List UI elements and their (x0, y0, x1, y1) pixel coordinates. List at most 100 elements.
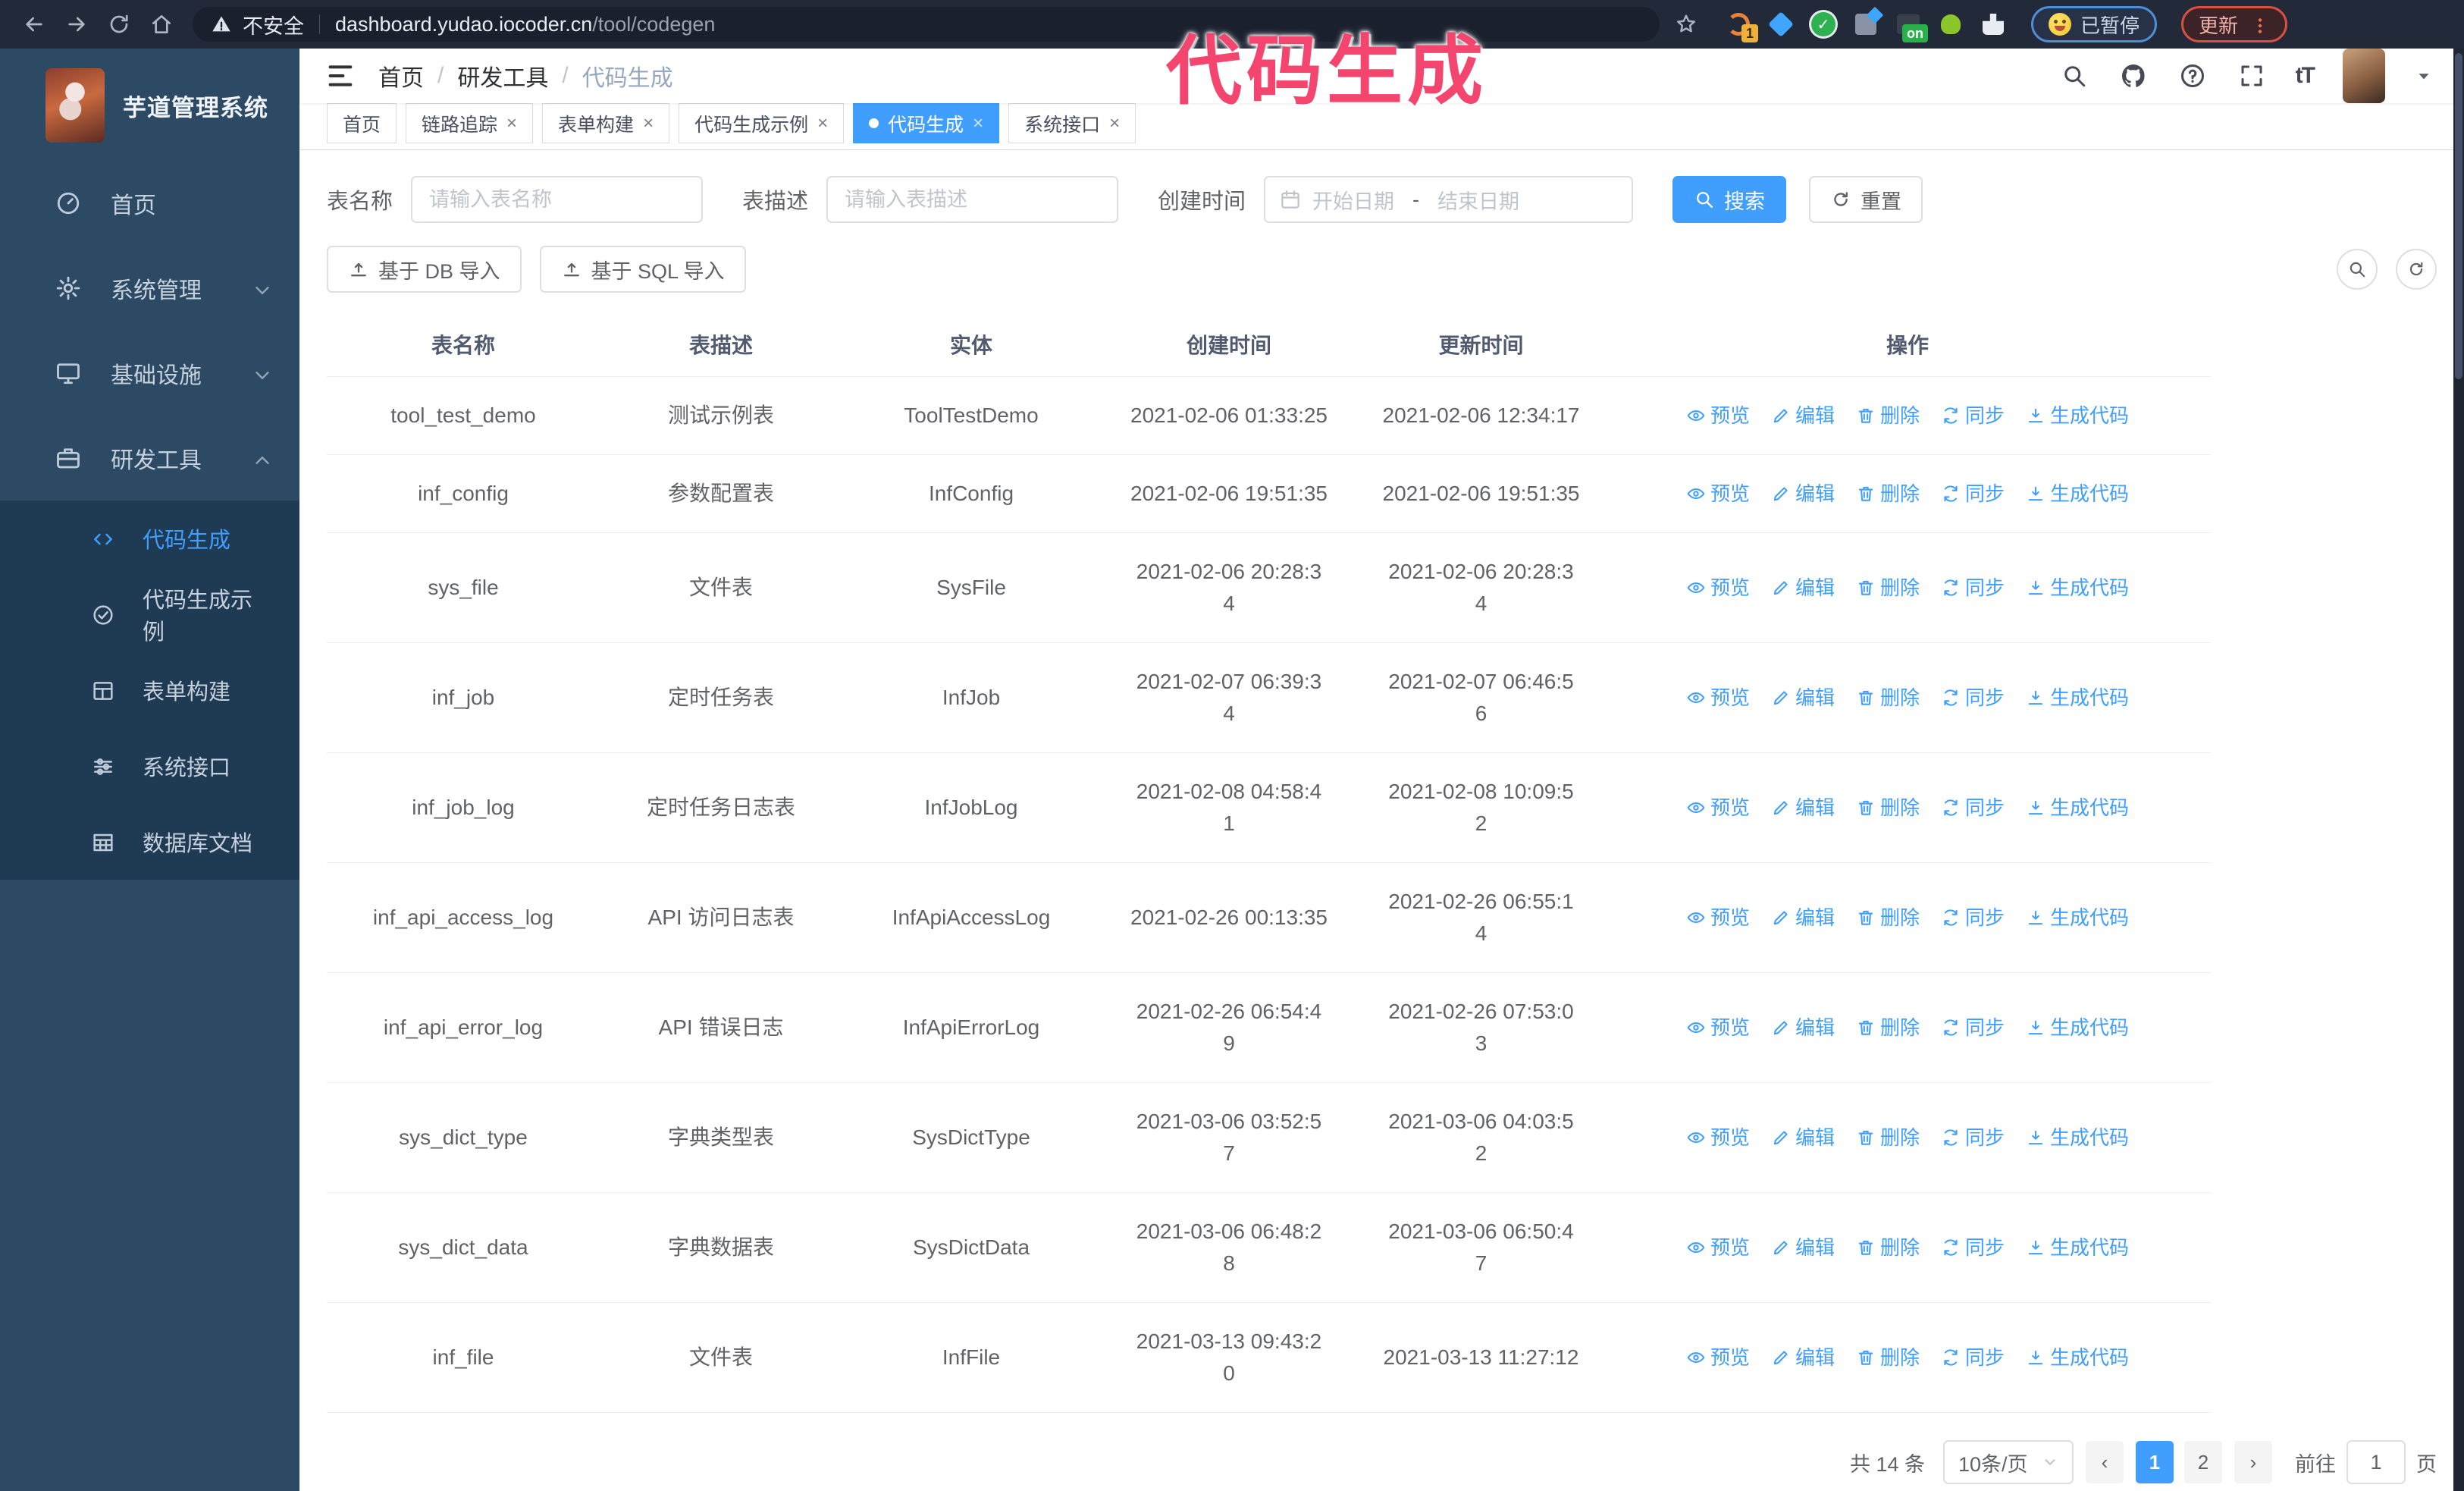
action-同步[interactable]: 同步 (1941, 1232, 2005, 1263)
action-预览[interactable]: 预览 (1686, 1012, 1750, 1044)
page-button-1[interactable]: 1 (2136, 1441, 2174, 1483)
action-同步[interactable]: 同步 (1941, 902, 2005, 934)
sidebar-subitem-系统接口[interactable]: 系统接口 (0, 728, 299, 804)
action-删除[interactable]: 删除 (1856, 682, 1920, 714)
action-预览[interactable]: 预览 (1686, 400, 1750, 432)
paused-extension-badge[interactable]: 已暂停 (2031, 6, 2158, 42)
browser-menu-dots-icon[interactable] (2250, 13, 2270, 36)
page-button-2[interactable]: 2 (2184, 1441, 2222, 1483)
green-check-extension-icon[interactable]: ✓ (1810, 11, 1837, 38)
action-同步[interactable]: 同步 (1941, 400, 2005, 432)
page-scrollbar[interactable] (2453, 49, 2464, 1491)
action-预览[interactable]: 预览 (1686, 902, 1750, 934)
tab-close-icon[interactable]: × (643, 113, 654, 134)
search-button[interactable]: 搜索 (1672, 176, 1787, 223)
action-生成代码[interactable]: 生成代码 (2026, 1122, 2129, 1154)
font-size-icon[interactable]: tT (2296, 63, 2315, 89)
grid-diamond-extension-icon[interactable] (1852, 11, 1879, 38)
action-生成代码[interactable]: 生成代码 (2026, 682, 2129, 714)
action-编辑[interactable]: 编辑 (1771, 478, 1835, 510)
tab-close-icon[interactable]: × (817, 113, 828, 134)
reset-button[interactable]: 重置 (1809, 176, 1923, 223)
fullscreen-icon[interactable] (2237, 61, 2267, 91)
sidebar-subitem-代码生成[interactable]: 代码生成 (0, 501, 299, 576)
action-预览[interactable]: 预览 (1686, 572, 1750, 604)
action-编辑[interactable]: 编辑 (1771, 1122, 1835, 1154)
toggle-search-circle-button[interactable] (2337, 249, 2378, 290)
tab-代码生成[interactable]: 代码生成 × (853, 103, 1000, 143)
action-生成代码[interactable]: 生成代码 (2026, 1232, 2129, 1263)
next-page-button[interactable]: › (2234, 1441, 2272, 1483)
orange-ring-extension-1-icon[interactable]: 1 (1725, 11, 1758, 42)
sidebar-subitem-数据库文档[interactable]: 数据库文档 (0, 804, 299, 880)
action-生成代码[interactable]: 生成代码 (2026, 902, 2129, 934)
browser-reload-icon[interactable] (102, 7, 136, 42)
action-删除[interactable]: 删除 (1856, 1342, 1920, 1373)
action-删除[interactable]: 删除 (1856, 478, 1920, 510)
page-size-select[interactable]: 10条/页 (1943, 1440, 2074, 1484)
sidebar-item-首页[interactable]: 首页 (0, 161, 299, 246)
avatar-caret-down-icon[interactable] (2414, 66, 2434, 86)
sidebar-subitem-表单构建[interactable]: 表单构建 (0, 652, 299, 728)
tab-close-icon[interactable]: × (973, 113, 983, 134)
action-同步[interactable]: 同步 (1941, 682, 2005, 714)
action-删除[interactable]: 删除 (1856, 1232, 1920, 1263)
action-预览[interactable]: 预览 (1686, 1122, 1750, 1154)
action-同步[interactable]: 同步 (1941, 572, 2005, 604)
bookmark-star-icon[interactable] (1675, 13, 1698, 36)
sidebar-item-研发工具[interactable]: 研发工具 (0, 416, 299, 501)
white-puzzle-extension-icon[interactable] (1980, 11, 2007, 38)
tab-首页[interactable]: 首页 (327, 103, 397, 143)
tab-系统接口[interactable]: 系统接口 × (1008, 103, 1136, 143)
browser-update-button[interactable]: 更新 (2181, 6, 2288, 42)
prev-page-button[interactable]: ‹ (2086, 1441, 2124, 1483)
action-编辑[interactable]: 编辑 (1771, 1232, 1835, 1263)
action-删除[interactable]: 删除 (1856, 792, 1920, 824)
action-编辑[interactable]: 编辑 (1771, 400, 1835, 432)
action-删除[interactable]: 删除 (1856, 1122, 1920, 1154)
browser-home-icon[interactable] (144, 7, 179, 42)
action-预览[interactable]: 预览 (1686, 1342, 1750, 1373)
github-icon[interactable] (2118, 61, 2149, 91)
date-end-placeholder[interactable]: 结束日期 (1437, 185, 1519, 215)
action-同步[interactable]: 同步 (1941, 1342, 2005, 1373)
action-生成代码[interactable]: 生成代码 (2026, 400, 2129, 432)
sidebar-item-基础设施[interactable]: 基础设施 (0, 331, 299, 416)
address-bar[interactable]: 不安全 dashboard.yudao.iocoder.cn/tool/code… (193, 7, 1660, 42)
action-预览[interactable]: 预览 (1686, 792, 1750, 824)
action-预览[interactable]: 预览 (1686, 1232, 1750, 1263)
blue-gem-extension-icon[interactable] (1767, 11, 1795, 38)
table-desc-input[interactable] (826, 176, 1119, 223)
user-avatar[interactable] (2343, 49, 2385, 103)
tab-表单构建[interactable]: 表单构建 × (542, 103, 670, 143)
action-编辑[interactable]: 编辑 (1771, 902, 1835, 934)
breadcrumb-item[interactable]: 首页 (378, 59, 424, 93)
not-secure-label[interactable]: 不安全 (243, 10, 304, 39)
tab-链路追踪[interactable]: 链路追踪 × (406, 103, 534, 143)
action-预览[interactable]: 预览 (1686, 682, 1750, 714)
refresh-circle-button[interactable] (2396, 249, 2437, 290)
action-删除[interactable]: 删除 (1856, 1012, 1920, 1044)
date-range-picker[interactable]: 开始日期 - 结束日期 (1264, 176, 1634, 223)
scrollbar-thumb[interactable] (2455, 53, 2462, 379)
dark-on-extension-icon[interactable]: on (1895, 11, 1928, 42)
action-生成代码[interactable]: 生成代码 (2026, 792, 2129, 824)
action-同步[interactable]: 同步 (1941, 792, 2005, 824)
date-start-placeholder[interactable]: 开始日期 (1312, 185, 1394, 215)
action-生成代码[interactable]: 生成代码 (2026, 478, 2129, 510)
help-icon[interactable] (2177, 61, 2208, 91)
tab-代码生成示例[interactable]: 代码生成示例 × (679, 103, 845, 143)
goto-page-input[interactable] (2346, 1440, 2406, 1484)
tab-close-icon[interactable]: × (1109, 113, 1120, 134)
import-db-button[interactable]: 基于 DB 导入 (327, 246, 522, 293)
action-同步[interactable]: 同步 (1941, 478, 2005, 510)
browser-back-icon[interactable] (17, 7, 52, 42)
action-生成代码[interactable]: 生成代码 (2026, 1012, 2129, 1044)
sidebar-item-系统管理[interactable]: 系统管理 (0, 246, 299, 331)
action-生成代码[interactable]: 生成代码 (2026, 572, 2129, 604)
breadcrumb-item[interactable]: 研发工具 (457, 59, 548, 93)
action-编辑[interactable]: 编辑 (1771, 572, 1835, 604)
menu-fold-icon[interactable] (325, 61, 356, 91)
action-删除[interactable]: 删除 (1856, 902, 1920, 934)
action-删除[interactable]: 删除 (1856, 572, 1920, 604)
